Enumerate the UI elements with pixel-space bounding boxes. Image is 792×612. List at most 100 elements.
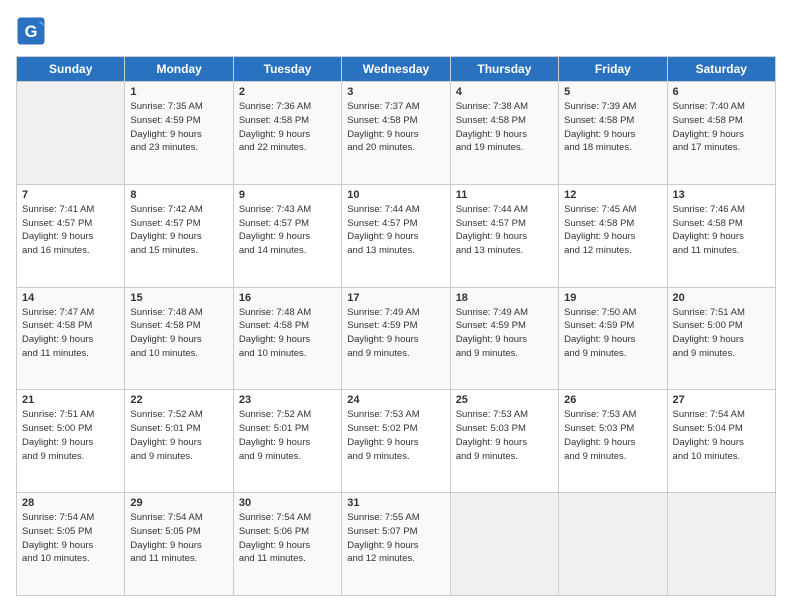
day-detail: Sunrise: 7:54 AMSunset: 5:05 PMDaylight:… [130, 511, 227, 566]
weekday-header-tuesday: Tuesday [233, 57, 341, 82]
day-number: 23 [239, 394, 336, 406]
day-number: 31 [347, 497, 444, 509]
day-detail: Sunrise: 7:45 AMSunset: 4:58 PMDaylight:… [564, 203, 661, 258]
day-cell: 23 Sunrise: 7:52 AMSunset: 5:01 PMDayligh… [233, 390, 341, 493]
day-number: 22 [130, 394, 227, 406]
day-number: 11 [456, 189, 553, 201]
day-detail: Sunrise: 7:51 AMSunset: 5:00 PMDaylight:… [673, 306, 770, 361]
weekday-header-sunday: Sunday [17, 57, 125, 82]
week-row-3: 14 Sunrise: 7:47 AMSunset: 4:58 PMDayligh… [17, 287, 776, 390]
day-detail: Sunrise: 7:50 AMSunset: 4:59 PMDaylight:… [564, 306, 661, 361]
day-number: 20 [673, 292, 770, 304]
weekday-header-row: SundayMondayTuesdayWednesdayThursdayFrid… [17, 57, 776, 82]
day-detail: Sunrise: 7:42 AMSunset: 4:57 PMDaylight:… [130, 203, 227, 258]
day-cell: 12Sunrise: 7:45 AMSunset: 4:58 PMDayligh… [559, 184, 667, 287]
header: G [16, 16, 776, 46]
day-number: 9 [239, 189, 336, 201]
day-number: 30 [239, 497, 336, 509]
day-cell: 15 Sunrise: 7:48 AMSunset: 4:58 PMDayligh… [125, 287, 233, 390]
day-number: 17 [347, 292, 444, 304]
day-number: 16 [239, 292, 336, 304]
day-detail: Sunrise: 7:40 AMSunset: 4:58 PMDaylight:… [673, 100, 770, 155]
day-cell: 31 Sunrise: 7:55 AMSunset: 5:07 PMDayligh… [342, 493, 450, 596]
week-row-1: 1 Sunrise: 7:35 AMSunset: 4:59 PMDaylight… [17, 82, 776, 185]
day-cell: 10 Sunrise: 7:44 AMSunset: 4:57 PMDayligh… [342, 184, 450, 287]
day-detail: Sunrise: 7:36 AMSunset: 4:58 PMDaylight:… [239, 100, 336, 155]
day-detail: Sunrise: 7:49 AMSunset: 4:59 PMDaylight:… [456, 306, 553, 361]
day-detail: Sunrise: 7:54 AMSunset: 5:04 PMDaylight:… [673, 408, 770, 463]
day-cell: 4Sunrise: 7:38 AMSunset: 4:58 PMDaylight… [450, 82, 558, 185]
calendar-table: SundayMondayTuesdayWednesdayThursdayFrid… [16, 56, 776, 596]
day-number: 5 [564, 86, 661, 98]
weekday-header-saturday: Saturday [667, 57, 775, 82]
day-number: 19 [564, 292, 661, 304]
day-detail: Sunrise: 7:37 AMSunset: 4:58 PMDaylight:… [347, 100, 444, 155]
day-detail: Sunrise: 7:48 AMSunset: 4:58 PMDaylight:… [130, 306, 227, 361]
day-detail: Sunrise: 7:53 AMSunset: 5:03 PMDaylight:… [456, 408, 553, 463]
day-number: 15 [130, 292, 227, 304]
day-cell: 19 Sunrise: 7:50 AMSunset: 4:59 PMDayligh… [559, 287, 667, 390]
day-number: 27 [673, 394, 770, 406]
day-detail: Sunrise: 7:55 AMSunset: 5:07 PMDaylight:… [347, 511, 444, 566]
day-cell: 27 Sunrise: 7:54 AMSunset: 5:04 PMDayligh… [667, 390, 775, 493]
day-detail: Sunrise: 7:48 AMSunset: 4:58 PMDaylight:… [239, 306, 336, 361]
day-number: 13 [673, 189, 770, 201]
day-detail: Sunrise: 7:44 AMSunset: 4:57 PMDaylight:… [347, 203, 444, 258]
weekday-header-monday: Monday [125, 57, 233, 82]
day-cell [667, 493, 775, 596]
day-detail: Sunrise: 7:44 AMSunset: 4:57 PMDaylight:… [456, 203, 553, 258]
weekday-header-thursday: Thursday [450, 57, 558, 82]
week-row-4: 21 Sunrise: 7:51 AMSunset: 5:00 PMDayligh… [17, 390, 776, 493]
day-detail: Sunrise: 7:39 AMSunset: 4:58 PMDaylight:… [564, 100, 661, 155]
day-cell: 16 Sunrise: 7:48 AMSunset: 4:58 PMDayligh… [233, 287, 341, 390]
day-cell: 20 Sunrise: 7:51 AMSunset: 5:00 PMDayligh… [667, 287, 775, 390]
day-cell: 7Sunrise: 7:41 AMSunset: 4:57 PMDaylight… [17, 184, 125, 287]
day-detail: Sunrise: 7:38 AMSunset: 4:58 PMDaylight:… [456, 100, 553, 155]
day-cell: 2 Sunrise: 7:36 AMSunset: 4:58 PMDaylight… [233, 82, 341, 185]
day-detail: Sunrise: 7:43 AMSunset: 4:57 PMDaylight:… [239, 203, 336, 258]
day-number: 6 [673, 86, 770, 98]
day-number: 2 [239, 86, 336, 98]
day-number: 3 [347, 86, 444, 98]
day-number: 29 [130, 497, 227, 509]
day-cell: 6 Sunrise: 7:40 AMSunset: 4:58 PMDaylight… [667, 82, 775, 185]
day-cell: 29 Sunrise: 7:54 AMSunset: 5:05 PMDayligh… [125, 493, 233, 596]
day-number: 21 [22, 394, 119, 406]
day-cell: 9 Sunrise: 7:43 AMSunset: 4:57 PMDaylight… [233, 184, 341, 287]
day-detail: Sunrise: 7:54 AMSunset: 5:05 PMDaylight:… [22, 511, 119, 566]
day-cell: 22 Sunrise: 7:52 AMSunset: 5:01 PMDayligh… [125, 390, 233, 493]
day-cell: 14 Sunrise: 7:47 AMSunset: 4:58 PMDayligh… [17, 287, 125, 390]
week-row-5: 28 Sunrise: 7:54 AMSunset: 5:05 PMDayligh… [17, 493, 776, 596]
day-number: 26 [564, 394, 661, 406]
weekday-header-wednesday: Wednesday [342, 57, 450, 82]
day-cell: 3 Sunrise: 7:37 AMSunset: 4:58 PMDaylight… [342, 82, 450, 185]
day-cell: 28 Sunrise: 7:54 AMSunset: 5:05 PMDayligh… [17, 493, 125, 596]
day-cell: 17 Sunrise: 7:49 AMSunset: 4:59 PMDayligh… [342, 287, 450, 390]
weekday-header-friday: Friday [559, 57, 667, 82]
week-row-2: 7Sunrise: 7:41 AMSunset: 4:57 PMDaylight… [17, 184, 776, 287]
day-cell: 13 Sunrise: 7:46 AMSunset: 4:58 PMDayligh… [667, 184, 775, 287]
day-number: 25 [456, 394, 553, 406]
logo: G [16, 16, 50, 46]
day-detail: Sunrise: 7:49 AMSunset: 4:59 PMDaylight:… [347, 306, 444, 361]
day-number: 28 [22, 497, 119, 509]
day-number: 14 [22, 292, 119, 304]
calendar-page: G SundayMondayTuesdayWednesdayThursdayFr… [0, 0, 792, 612]
day-number: 1 [130, 86, 227, 98]
day-number: 10 [347, 189, 444, 201]
svg-text:G: G [25, 23, 38, 41]
day-detail: Sunrise: 7:46 AMSunset: 4:58 PMDaylight:… [673, 203, 770, 258]
day-detail: Sunrise: 7:51 AMSunset: 5:00 PMDaylight:… [22, 408, 119, 463]
day-cell: 26Sunrise: 7:53 AMSunset: 5:03 PMDayligh… [559, 390, 667, 493]
day-detail: Sunrise: 7:47 AMSunset: 4:58 PMDaylight:… [22, 306, 119, 361]
day-cell: 8Sunrise: 7:42 AMSunset: 4:57 PMDaylight… [125, 184, 233, 287]
day-cell: 18Sunrise: 7:49 AMSunset: 4:59 PMDayligh… [450, 287, 558, 390]
day-cell [450, 493, 558, 596]
day-detail: Sunrise: 7:52 AMSunset: 5:01 PMDaylight:… [239, 408, 336, 463]
day-cell: 1 Sunrise: 7:35 AMSunset: 4:59 PMDaylight… [125, 82, 233, 185]
day-detail: Sunrise: 7:52 AMSunset: 5:01 PMDaylight:… [130, 408, 227, 463]
day-detail: Sunrise: 7:35 AMSunset: 4:59 PMDaylight:… [130, 100, 227, 155]
day-detail: Sunrise: 7:41 AMSunset: 4:57 PMDaylight:… [22, 203, 119, 258]
day-detail: Sunrise: 7:53 AMSunset: 5:02 PMDaylight:… [347, 408, 444, 463]
day-detail: Sunrise: 7:54 AMSunset: 5:06 PMDaylight:… [239, 511, 336, 566]
